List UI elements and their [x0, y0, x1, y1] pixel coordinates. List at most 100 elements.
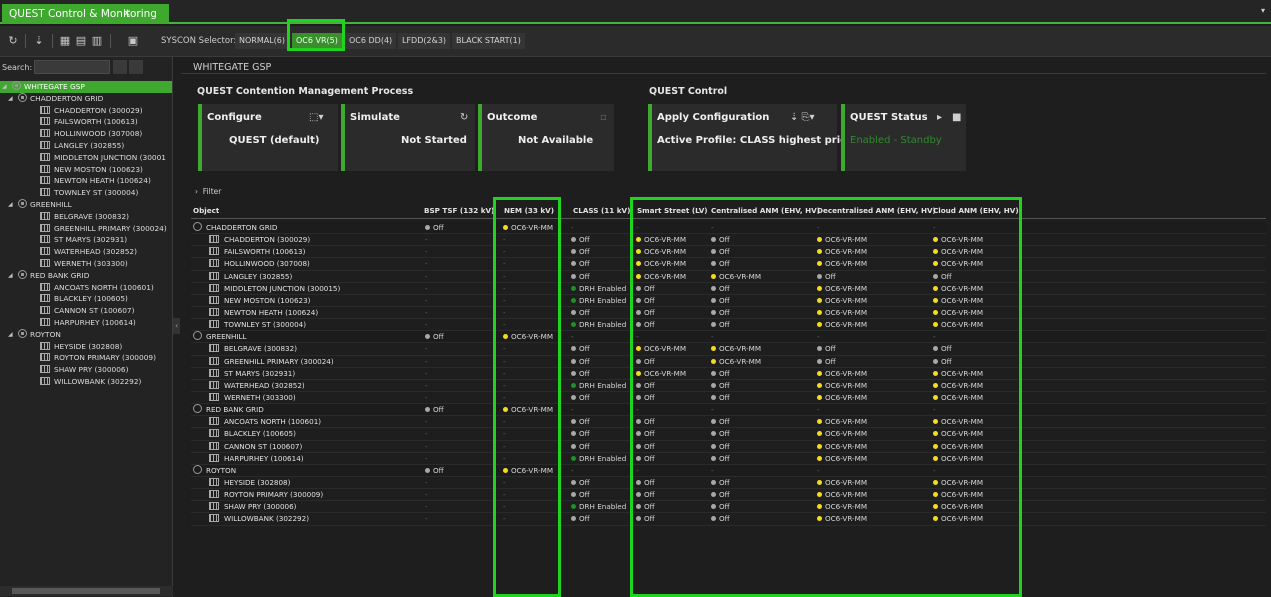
status-dot-icon [571, 504, 576, 510]
tab-quest-control[interactable]: QUEST Control & Monitoring × [2, 4, 169, 24]
status-dot-icon [571, 394, 576, 400]
filter-toggle[interactable]: › Filter [195, 187, 221, 196]
status-dot-icon [425, 407, 430, 413]
tree-node-substation[interactable]: NEW MOSTON (100623) [0, 164, 172, 176]
expand-caret-icon[interactable]: ◢ [8, 199, 13, 211]
class-cell: - [571, 223, 574, 232]
page-title: WHITEGATE GSP [193, 62, 272, 73]
tree-node-substation[interactable]: ANCOATS NORTH (100601) [0, 282, 172, 294]
syscon-normal-button[interactable]: NORMAL(6) [235, 33, 290, 49]
class-cell: Off [571, 513, 634, 525]
class-cell: Off [571, 489, 634, 501]
tree-node-substation[interactable]: MIDDLETON JUNCTION (30001 [0, 152, 172, 164]
scrollbar-thumb[interactable] [12, 588, 160, 594]
status-dot-icon [571, 516, 576, 522]
status-dot-icon [571, 285, 576, 291]
simulate-value: Not Started [401, 135, 467, 146]
tree-node-substation[interactable]: ROYTON PRIMARY (300009) [0, 352, 172, 364]
tree-node-substation[interactable]: LANGLEY (302855) [0, 140, 172, 152]
substation-icon [40, 211, 50, 220]
tree-node-substation[interactable]: HEYSIDE (302808) [0, 341, 172, 353]
syscon-lfdd-button[interactable]: LFDD(2&3) [398, 33, 451, 49]
expand-caret-icon[interactable]: ◢ [8, 270, 13, 282]
collapse-panel-icon[interactable]: ‹ [173, 318, 180, 334]
object-name: WILLOWBANK (302292) [224, 514, 310, 524]
status-dot-icon [571, 237, 576, 243]
substation-icon [40, 376, 50, 385]
quest-status-value: Enabled - Standby [850, 135, 942, 146]
filter-label: Filter [202, 187, 222, 196]
tree-node-substation[interactable]: HARPURHEY (100614) [0, 317, 172, 329]
apply-icons[interactable]: ⇣ ⎘▾ [790, 112, 815, 123]
refresh-icon[interactable]: ↻ [6, 34, 20, 48]
clear-search-icon[interactable] [113, 60, 127, 74]
object-name: CANNON ST (100607) [224, 441, 303, 451]
syscon-selector-label: SYSCON Selector: [161, 36, 237, 46]
substation-icon [209, 441, 219, 450]
expand-caret-icon[interactable]: ◢ [8, 93, 13, 105]
tree-node-group[interactable]: ◢ GREENHILL [0, 198, 172, 211]
bsp-tsf-cell: - [425, 429, 428, 439]
column-header-bsp-tsf[interactable]: BSP TSF (132 kV) [424, 206, 499, 215]
status-dot-icon [571, 443, 576, 449]
tree-node-substation[interactable]: CANNON ST (100607) [0, 305, 172, 317]
expand-caret-icon[interactable]: ◢ [2, 81, 7, 93]
bsp-tsf-cell: - [425, 441, 428, 451]
tree-node-substation[interactable]: GREENHILL PRIMARY (300024) [0, 223, 172, 235]
annotation-highlight-box [287, 19, 345, 51]
object-cell: HARPURHEY (100614) [209, 453, 429, 465]
configure-edit-icon[interactable]: ⬚▾ [309, 112, 323, 123]
tree-node-substation[interactable]: BLACKLEY (100605) [0, 293, 172, 305]
substation-icon [40, 365, 50, 374]
tree-node-substation[interactable]: SHAW PRY (300006) [0, 364, 172, 376]
bsp-tsf-cell: Off [425, 465, 500, 477]
simulate-card[interactable]: Simulate ↻ Not Started [341, 104, 475, 171]
horizontal-scrollbar[interactable] [0, 586, 173, 596]
outcome-card[interactable]: Outcome ▫ Not Available [478, 104, 614, 171]
object-cell: BELGRAVE (300832) [209, 343, 429, 355]
bsp-tsf-cell: - [425, 368, 428, 378]
status-text: Off [579, 417, 590, 427]
tree-node-substation[interactable]: HOLLINWOOD (307008) [0, 128, 172, 140]
substation-icon [40, 317, 50, 326]
window-menu-icon[interactable]: ▾ [1261, 6, 1265, 15]
tree-node-group[interactable]: ◢ ROYTON [0, 328, 172, 341]
tree-node-label: TOWNLEY ST (300004) [54, 188, 139, 198]
hierarchy-icon[interactable]: ⇣ [32, 34, 46, 48]
tree-node-substation[interactable]: FAILSWORTH (100613) [0, 116, 172, 128]
column-header-class[interactable]: CLASS (11 kV) [573, 206, 630, 215]
expand-caret-icon[interactable]: ◢ [8, 329, 13, 341]
grid-compare-icon[interactable]: ▤ [74, 34, 88, 48]
tree-node-substation[interactable]: CHADDERTON (300029) [0, 105, 172, 117]
bsp-tsf-cell: - [425, 477, 428, 487]
tree-node-substation[interactable]: TOWNLEY ST (300004) [0, 187, 172, 199]
configure-card[interactable]: Configure ⬚▾ QUEST (default) [198, 104, 338, 171]
syscon-oc6-dd-button[interactable]: OC6 DD(4) [345, 33, 397, 49]
tree-node-substation[interactable]: WERNETH (303300) [0, 258, 172, 270]
tree-node-label: MIDDLETON JUNCTION (30001 [54, 152, 166, 162]
apply-configuration-card[interactable]: Apply Configuration ⇣ ⎘▾ Active Profile:… [648, 104, 867, 171]
search-input[interactable] [34, 60, 110, 74]
column-header-object[interactable]: Object [193, 206, 219, 215]
tree-node-substation[interactable]: ST MARYS (302931) [0, 234, 172, 246]
tree-node-substation[interactable]: BELGRAVE (300832) [0, 211, 172, 223]
tree-node-substation[interactable]: WILLOWBANK (302292) [0, 376, 172, 388]
tree-node-substation[interactable]: NEWTON HEATH (100624) [0, 175, 172, 187]
grid-view-icon[interactable]: ▦ [58, 34, 72, 48]
class-cell: DRH Enabled [571, 380, 634, 392]
object-name: ROYTON PRIMARY (300009) [224, 490, 324, 500]
tree-node-group[interactable]: ◢ WHITEGATE GSP [0, 81, 172, 93]
tree-node-substation[interactable]: WATERHEAD (302852) [0, 246, 172, 258]
tree-node-group[interactable]: ◢ CHADDERTON GRID [0, 92, 172, 105]
toolbar: ↻ ⇣ ▦ ▤ ▥ ▣ SYSCON Selector: NORMAL(6) O… [0, 19, 1271, 57]
simulate-run-icon[interactable]: ↻ [460, 112, 468, 123]
syscon-black-start-button[interactable]: BLACK START(1) [452, 33, 525, 49]
grid-sort-icon[interactable]: ▥ [90, 34, 104, 48]
search-options-icon[interactable] [129, 60, 143, 74]
tree-node-group[interactable]: ◢ RED BANK GRID [0, 269, 172, 282]
substation-icon [209, 392, 219, 401]
close-icon[interactable]: × [123, 4, 131, 24]
bsp-tsf-cell: - [425, 356, 428, 366]
export-icon[interactable]: ▣ [126, 34, 140, 48]
status-text: DRH Enabled [579, 295, 627, 305]
